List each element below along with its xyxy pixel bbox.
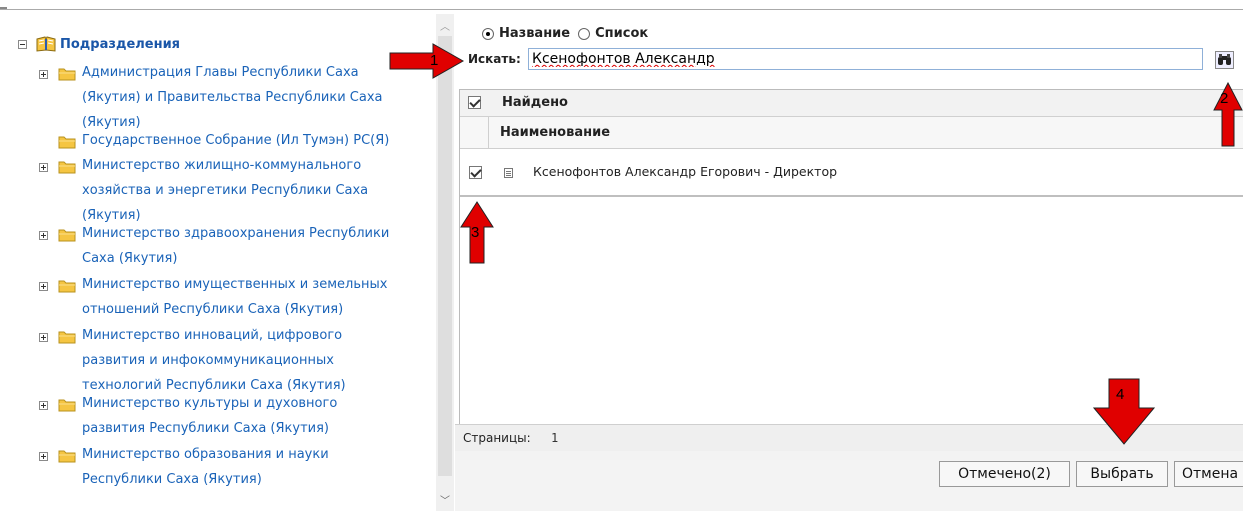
expander-placeholder — [39, 138, 48, 147]
tree-item-line: Министерство инноваций, цифрового — [82, 328, 343, 343]
annotation-3: 3 — [471, 224, 480, 241]
tree-item-label[interactable]: Министерство культуры и духовного развити… — [82, 391, 337, 441]
tree-root[interactable]: Подразделения — [18, 36, 180, 52]
search-mode-group: Название Список — [482, 26, 648, 41]
row-label[interactable]: Ксенофонтов Александр Егорович - Директо… — [533, 164, 837, 179]
department-tree: Подразделения Администрация Главы Респуб… — [0, 14, 436, 511]
row-checkbox[interactable] — [469, 166, 482, 179]
folder-icon — [58, 160, 76, 174]
mode-name-label[interactable]: Название — [499, 26, 570, 41]
expand-icon[interactable] — [39, 333, 48, 342]
tree-item-line: хозяйства и энергетики Республики Саха — [82, 183, 369, 198]
expand-icon[interactable] — [39, 231, 48, 240]
expand-icon[interactable] — [39, 163, 48, 172]
search-label: Искать: — [468, 52, 521, 66]
mode-list-radio[interactable] — [578, 27, 591, 40]
dialog-footer: Отмечено(2) Выбрать Отмена — [455, 451, 1243, 511]
select-button[interactable]: Выбрать — [1076, 461, 1168, 487]
tree-item-line: развития Республики Саха (Якутия) — [82, 421, 329, 436]
collapse-icon[interactable] — [18, 39, 27, 49]
annotation-2: 2 — [1220, 90, 1229, 107]
tree-item[interactable]: Администрация Главы Республики Саха (Якут… — [39, 65, 429, 135]
tree-item-label[interactable]: Государственное Собрание (Ил Тумэн) РС(Я… — [82, 128, 389, 153]
tree-item-line: Министерство имущественных и земельных — [82, 277, 388, 292]
expand-icon[interactable] — [39, 401, 48, 410]
document-icon — [504, 168, 513, 178]
folder-icon — [58, 67, 76, 81]
folder-icon — [58, 135, 76, 149]
mode-name-radio[interactable] — [482, 27, 494, 40]
tree-item-line: Министерство культуры и духовного — [82, 396, 338, 411]
column-header-name[interactable]: Наименование — [500, 125, 610, 140]
scroll-down-icon[interactable]: ﹀ — [440, 492, 450, 507]
scroll-up-icon[interactable]: ︿ — [440, 18, 450, 33]
tree-item-label[interactable]: Министерство образования и науки Республи… — [82, 442, 329, 492]
tree-item-line: Министерство жилищно-коммунального — [82, 158, 362, 173]
book-icon — [36, 36, 56, 52]
folder-icon — [58, 449, 76, 463]
folder-icon — [58, 330, 76, 344]
table-row[interactable]: Ксенофонтов Александр Егорович - Директо… — [460, 149, 1243, 197]
tree-item[interactable]: Министерство инноваций, цифрового развити… — [39, 328, 429, 398]
expand-icon[interactable] — [39, 282, 48, 291]
tree-item-line: Министерство образования и науки — [82, 447, 329, 462]
tree-item[interactable]: Государственное Собрание (Ил Тумэн) РС(Я… — [39, 133, 429, 153]
search-input[interactable] — [528, 48, 1203, 70]
cancel-button[interactable]: Отмена — [1174, 461, 1243, 487]
tree-item[interactable]: Министерство культуры и духовного развити… — [39, 396, 429, 441]
tree-item[interactable]: Министерство образования и науки Республи… — [39, 447, 429, 492]
pages-label: Страницы: — [463, 431, 531, 445]
tree-scrollbar[interactable]: ︿ ﹀ — [436, 14, 454, 511]
tree-item-line: развития и инфокоммуникационных — [82, 353, 334, 368]
tree-item[interactable]: Министерство здравоохранения Республики С… — [39, 226, 429, 271]
marked-button[interactable]: Отмечено(2) — [939, 461, 1070, 487]
tree-item-label[interactable]: Министерство инноваций, цифрового развити… — [82, 323, 346, 398]
pages-value[interactable]: 1 — [551, 431, 558, 445]
folder-icon — [58, 279, 76, 293]
found-bar: Найдено — [460, 90, 1243, 117]
folder-icon — [58, 228, 76, 242]
tree-item[interactable]: Министерство имущественных и земельных от… — [39, 277, 429, 322]
top-divider — [0, 9, 1243, 10]
folder-icon — [58, 398, 76, 412]
arrow-1-icon — [389, 43, 465, 79]
tree-root-label[interactable]: Подразделения — [60, 37, 180, 52]
found-label: Найдено — [502, 95, 568, 110]
annotation-1: 1 — [430, 52, 439, 69]
binoculars-icon — [1218, 54, 1231, 65]
tree-item-line: (Якутия) и Правительства Республики Саха — [82, 90, 383, 105]
annotation-4: 4 — [1116, 386, 1125, 403]
tree-item-label[interactable]: Министерство жилищно-коммунального хозяйс… — [82, 153, 368, 228]
tree-item-line: Министерство здравоохранения Республики — [82, 226, 390, 241]
found-checkbox[interactable] — [468, 96, 481, 109]
scroll-thumb[interactable] — [438, 36, 452, 476]
tree-item-line: отношений Республики Саха (Якутия) — [82, 302, 344, 317]
search-button[interactable] — [1215, 51, 1234, 69]
expand-icon[interactable] — [39, 452, 48, 461]
tree-item-line: Республики Саха (Якутия) — [82, 472, 262, 487]
tree-item-line: Саха (Якутия) — [82, 251, 178, 266]
mode-list-label[interactable]: Список — [595, 26, 648, 41]
tree-item-label[interactable]: Министерство имущественных и земельных от… — [82, 272, 387, 322]
column-separator — [488, 117, 489, 148]
tree-item-label[interactable]: Министерство здравоохранения Республики С… — [82, 221, 389, 271]
expand-icon[interactable] — [39, 70, 48, 79]
tree-item-line: Администрация Главы Республики Саха — [82, 65, 359, 80]
tree-item-line: Государственное Собрание (Ил Тумэн) РС(Я… — [82, 133, 390, 148]
tree-item-label[interactable]: Администрация Главы Республики Саха (Якут… — [82, 60, 383, 135]
column-header-row: Наименование — [460, 117, 1243, 149]
tree-item[interactable]: Министерство жилищно-коммунального хозяйс… — [39, 158, 429, 228]
